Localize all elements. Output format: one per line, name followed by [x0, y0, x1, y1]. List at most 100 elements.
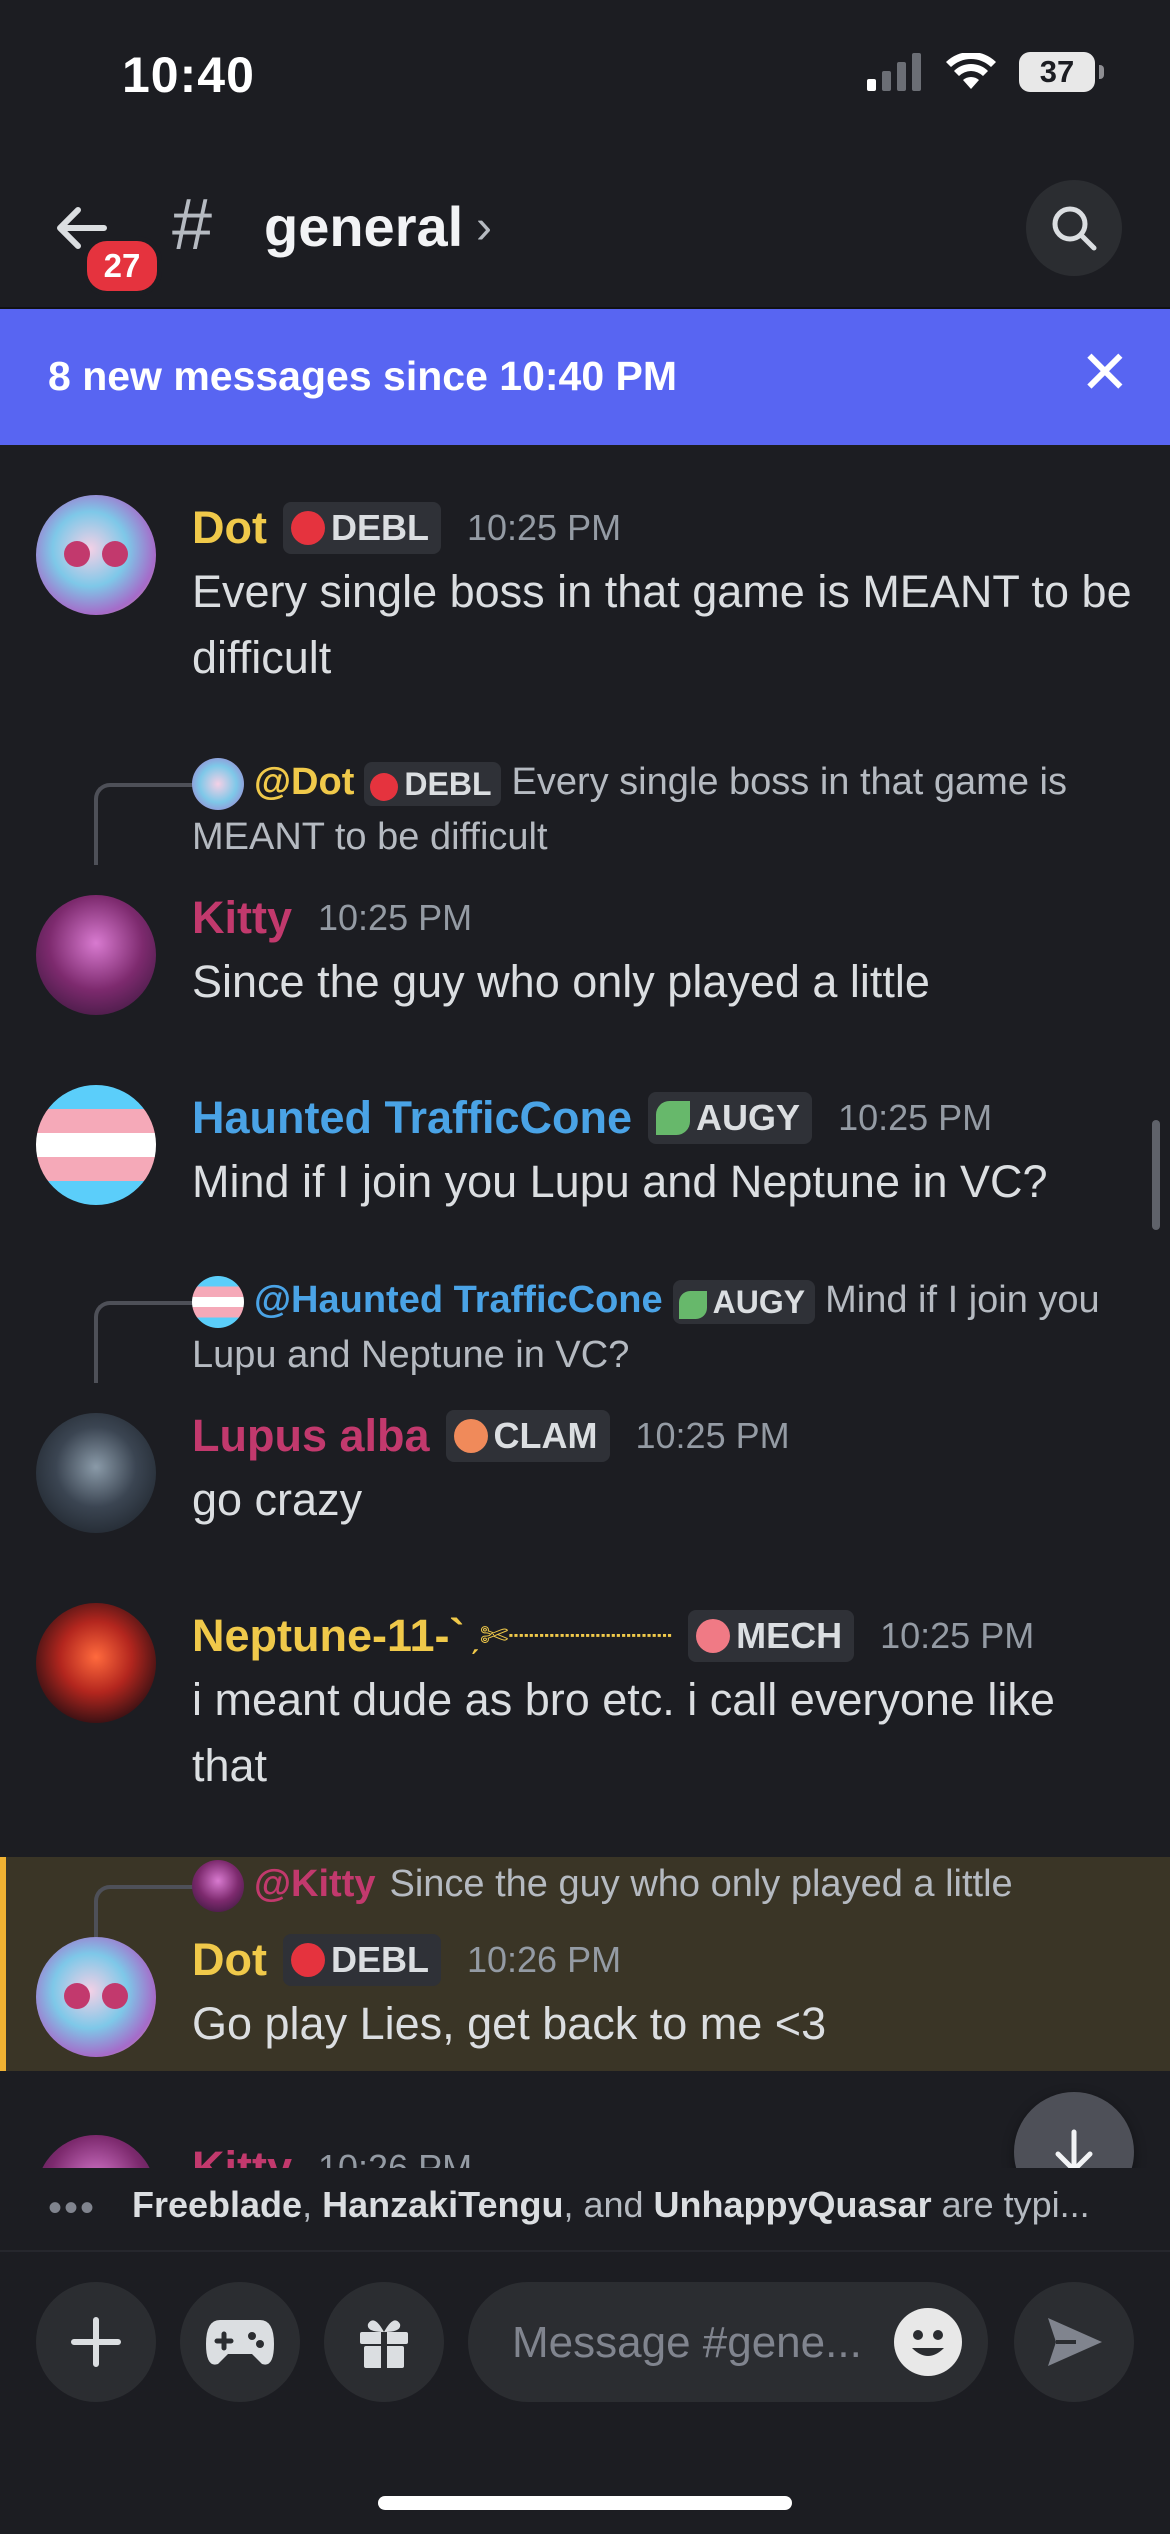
activities-button[interactable] — [180, 2282, 300, 2402]
tag-label: DEBL — [330, 507, 429, 548]
close-icon[interactable]: ✕ — [1080, 343, 1130, 403]
message-item: Dot DEBL 10:25 PM Every single boss in t… — [0, 495, 1170, 695]
search-button[interactable] — [1026, 180, 1122, 276]
leaf-icon — [656, 1101, 691, 1135]
guild-tag: DEBL — [364, 761, 502, 806]
emoji-button[interactable] — [894, 2308, 962, 2376]
unread-badge: 27 — [82, 236, 162, 296]
guild-tag[interactable]: DEBL — [282, 1934, 441, 1986]
status-bar: 10:40 37 — [0, 0, 1170, 150]
message-composer: Message #gene... — [0, 2250, 1170, 2534]
reply-author[interactable]: @Kitty — [254, 1863, 376, 1905]
avatar — [192, 1275, 244, 1328]
scrollbar[interactable] — [1152, 1120, 1160, 1230]
tag-label: CLAM — [493, 1415, 598, 1456]
avatar — [192, 1859, 244, 1912]
cellular-signal-icon — [867, 53, 921, 91]
guild-tag[interactable]: AUGY — [648, 1092, 813, 1144]
message-input-placeholder: Message #gene... — [512, 2318, 862, 2367]
avatar[interactable] — [36, 895, 156, 1015]
reply-author[interactable]: @Haunted TrafficCone — [254, 1279, 663, 1321]
gift-button[interactable] — [324, 2282, 444, 2402]
message-item: Kitty 10:26 PM — [0, 2135, 1170, 2168]
message-text: go crazy — [192, 1474, 363, 1525]
gamepad-icon — [206, 2320, 274, 2365]
tag-label: DEBL — [330, 1939, 429, 1980]
flame-icon — [453, 1419, 488, 1453]
guild-tag[interactable]: MECH — [688, 1610, 855, 1662]
battery-indicator: 37 — [1019, 52, 1104, 92]
message-text: Go play Lies, get back to me <3 — [192, 1998, 827, 2049]
avatar[interactable] — [36, 1603, 156, 1723]
message-item: Neptune-11-` ˏ✄┈┈┈┈┈┈┈┈ MECH 10:25 PM i … — [0, 1603, 1170, 1803]
channel-name[interactable]: general — [264, 194, 463, 259]
author-decoration: ˏ✄┈┈┈┈┈┈┈┈ — [468, 1617, 673, 1655]
tag-label: AUGY — [696, 1097, 801, 1138]
leaf-icon — [678, 1290, 707, 1319]
reply-preview[interactable]: @Kitty Since the guy who only played a li… — [192, 1857, 1132, 1912]
message-text: i meant dude as bro etc. i call everyone… — [192, 1674, 1055, 1791]
guild-tag[interactable]: CLAM — [445, 1410, 610, 1462]
add-attachment-button[interactable] — [36, 2282, 156, 2402]
message-input[interactable]: Message #gene... — [468, 2282, 988, 2402]
gift-icon — [360, 2320, 408, 2368]
reply-spine — [94, 1885, 198, 1939]
author-name[interactable]: Neptune-11-` — [192, 1610, 465, 1662]
reply-spine — [94, 1301, 198, 1383]
reply-preview[interactable]: @Haunted TrafficCone AUGY Mind if I join y… — [192, 1273, 1132, 1382]
reply-text: Since the guy who only played a little — [389, 1863, 1013, 1905]
author-name[interactable]: Dot — [192, 1934, 267, 1986]
reply-author[interactable]: @Dot — [254, 761, 354, 803]
tag-icon — [290, 1943, 325, 1977]
avatar[interactable] — [36, 2135, 156, 2168]
author-name[interactable]: Kitty — [192, 892, 292, 944]
new-messages-text: 8 new messages since 10:40 PM — [48, 353, 678, 399]
tag-icon — [370, 772, 399, 801]
message-text: Every single boss in that game is MEANT … — [192, 566, 1132, 683]
avatar[interactable] — [36, 495, 156, 615]
guild-tag[interactable]: DEBL — [282, 502, 441, 554]
author-name[interactable]: Kitty — [192, 2142, 292, 2168]
avatar[interactable] — [36, 1085, 156, 1205]
avatar[interactable] — [36, 1413, 156, 1533]
message-item: Haunted TrafficCone AUGY 10:25 PM Mind i… — [0, 1085, 1170, 1225]
hash-icon: # — [172, 185, 213, 265]
timestamp: 10:25 PM — [318, 897, 473, 938]
author-name[interactable]: Lupus alba — [192, 1410, 430, 1462]
guild-tag: AUGY — [672, 1279, 816, 1324]
send-icon — [1048, 2318, 1102, 2366]
status-time: 10:40 — [122, 47, 255, 103]
new-messages-banner[interactable]: 8 new messages since 10:40 PM ✕ — [0, 309, 1170, 445]
send-button[interactable] — [1014, 2282, 1134, 2402]
author-name[interactable]: Haunted TrafficCone — [192, 1092, 632, 1144]
emoji-icon — [912, 2330, 944, 2356]
typing-text: Freeblade, HanzakiTengu, and UnhappyQuas… — [132, 2184, 1090, 2225]
author-name[interactable]: Dot — [192, 502, 267, 554]
message-item: @Haunted TrafficCone AUGY Mind if I join y… — [0, 1273, 1170, 1533]
avatar[interactable] — [36, 1937, 156, 2057]
message-list[interactable]: Dot DEBL 10:25 PM Every single boss in t… — [0, 445, 1170, 2168]
home-indicator — [378, 2496, 792, 2510]
timestamp: 10:25 PM — [466, 507, 622, 548]
message-text: Since the guy who only played a little — [192, 956, 930, 1007]
search-icon — [1052, 206, 1097, 251]
status-icons: 37 — [867, 52, 1104, 92]
timestamp: 10:26 PM — [466, 1939, 622, 1980]
message-item: @Dot DEBL Every single boss in that game i… — [0, 755, 1170, 1015]
typing-dots-icon: ••• — [48, 2186, 97, 2230]
timestamp: 10:25 PM — [838, 1097, 993, 1138]
chevron-right-icon[interactable]: › — [476, 200, 492, 255]
timestamp: 10:25 PM — [880, 1615, 1035, 1656]
tag-icon — [290, 511, 325, 545]
message-text: Mind if I join you Lupu and Neptune in V… — [192, 1156, 1048, 1207]
timestamp: 10:25 PM — [635, 1415, 790, 1456]
avatar — [192, 757, 244, 810]
tag-label: MECH — [736, 1615, 843, 1656]
reply-preview[interactable]: @Dot DEBL Every single boss in that game i… — [192, 755, 1132, 864]
message-item-highlighted: @Kitty Since the guy who only played a li… — [0, 1857, 1170, 2071]
skull-icon — [696, 1619, 731, 1653]
typing-indicator: ••• Freeblade, HanzakiTengu, and Unhappy… — [0, 2168, 1170, 2248]
reply-spine — [94, 783, 198, 865]
plus-icon — [71, 2317, 121, 2367]
wifi-icon — [946, 53, 996, 89]
